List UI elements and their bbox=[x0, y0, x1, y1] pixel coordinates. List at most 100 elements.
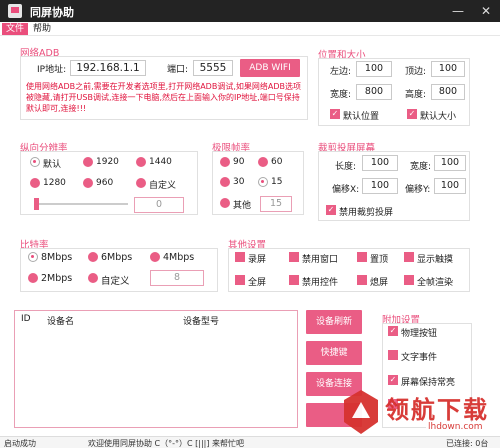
full-frame-render-checkbox[interactable] bbox=[404, 275, 414, 285]
height-input[interactable]: 800 bbox=[431, 84, 465, 100]
title-bar: 同屏协助 — ✕ bbox=[0, 0, 500, 22]
fps-15-label: 15 bbox=[271, 177, 283, 187]
minimize-button[interactable]: — bbox=[450, 3, 466, 19]
status-bar: 启动成功 欢迎使用同屏协助 C（°-°）C [|||] 来帮忙吧 已连接: 0台 bbox=[0, 436, 500, 448]
disable-window-checkbox[interactable] bbox=[289, 252, 299, 262]
fps-other-radio[interactable] bbox=[220, 198, 230, 208]
full-frame-render-label: 全帧渲染 bbox=[417, 278, 454, 288]
crop-length-label: 长度: bbox=[335, 162, 357, 172]
bitrate-6mbps-label: 6Mbps bbox=[101, 252, 133, 263]
top-label: 顶边: bbox=[405, 67, 427, 77]
status-left: 启动成功 bbox=[4, 439, 36, 448]
bitrate-custom-input[interactable]: 8 bbox=[150, 270, 204, 286]
fps-15-radio[interactable] bbox=[258, 177, 268, 187]
crop-length-input[interactable]: 100 bbox=[362, 155, 398, 171]
keep-screen-on-checkbox[interactable]: ✓ bbox=[388, 375, 398, 385]
status-right: 已连接: 0台 bbox=[446, 439, 489, 448]
disable-controls-checkbox[interactable] bbox=[289, 275, 299, 285]
bitrate-4mbps-radio[interactable] bbox=[150, 252, 160, 262]
fps-60-label: 60 bbox=[271, 157, 283, 167]
resolution-960-radio[interactable] bbox=[83, 178, 93, 188]
always-on-top-checkbox[interactable] bbox=[357, 252, 367, 262]
status-center: 欢迎使用同屏协助 C（°-°）C [|||] 来帮忙吧 bbox=[88, 439, 245, 448]
default-position-checkbox[interactable]: ✓ bbox=[330, 109, 340, 119]
disable-controls-label: 禁用控件 bbox=[302, 278, 339, 288]
screen-off-label: 熄屏 bbox=[370, 278, 389, 288]
screen-off-checkbox[interactable] bbox=[357, 275, 367, 285]
physical-button-label: 物理按钮 bbox=[401, 329, 438, 339]
bitrate-6mbps-radio[interactable] bbox=[88, 252, 98, 262]
ip-input[interactable]: 192.168.1.1 bbox=[70, 60, 146, 76]
resolution-slider-track[interactable] bbox=[36, 203, 128, 205]
fps-90-label: 90 bbox=[233, 157, 245, 167]
resolution-960-label: 960 bbox=[96, 178, 114, 188]
bitrate-8mbps-label: 8Mbps bbox=[41, 252, 73, 263]
show-touch-label: 显示触摸 bbox=[417, 255, 454, 265]
resolution-1440-radio[interactable] bbox=[136, 157, 146, 167]
fps-other-input[interactable]: 15 bbox=[260, 196, 292, 212]
default-size-label: 默认大小 bbox=[420, 112, 457, 122]
menu-help[interactable]: 帮助 bbox=[29, 23, 55, 35]
port-label: 端口: bbox=[167, 65, 189, 75]
device-table[interactable]: ID 设备名 设备型号 bbox=[14, 310, 298, 428]
crop-offset-y-label: 偏移Y: bbox=[405, 185, 431, 195]
left-label: 左边: bbox=[330, 67, 352, 77]
fps-30-radio[interactable] bbox=[220, 177, 230, 187]
crop-width-label: 宽度: bbox=[410, 162, 432, 172]
menu-file[interactable]: 文件 bbox=[2, 23, 29, 35]
col-name-header: 设备名 bbox=[47, 317, 75, 327]
bitrate-4mbps-label: 4Mbps bbox=[163, 252, 195, 263]
app-title: 同屏协助 bbox=[30, 6, 74, 19]
bitrate-custom-radio[interactable] bbox=[88, 273, 98, 283]
physical-button-checkbox[interactable]: ✓ bbox=[388, 326, 398, 336]
default-size-checkbox[interactable]: ✓ bbox=[407, 109, 417, 119]
bitrate-2mbps-label: 2Mbps bbox=[41, 273, 73, 284]
left-input[interactable]: 100 bbox=[356, 61, 392, 77]
always-on-top-label: 置顶 bbox=[370, 255, 389, 265]
watermark-logo-icon bbox=[344, 390, 378, 434]
fullscreen-label: 全屏 bbox=[248, 278, 267, 288]
refresh-devices-button[interactable]: 设备刷新 bbox=[306, 310, 362, 334]
resolution-slider-thumb[interactable] bbox=[34, 198, 39, 210]
port-input[interactable]: 5555 bbox=[193, 60, 233, 76]
resolution-1440-label: 1440 bbox=[149, 157, 172, 167]
record-checkbox[interactable] bbox=[235, 252, 245, 262]
resolution-1280-radio[interactable] bbox=[30, 178, 40, 188]
width-label: 宽度: bbox=[330, 90, 352, 100]
text-event-checkbox[interactable] bbox=[388, 350, 398, 360]
disable-crop-label: 禁用裁剪投屏 bbox=[339, 208, 394, 218]
resolution-default-radio[interactable] bbox=[30, 157, 40, 167]
disable-crop-checkbox[interactable]: ✓ bbox=[326, 205, 336, 215]
height-label: 高度: bbox=[405, 90, 427, 100]
fps-90-radio[interactable] bbox=[220, 157, 230, 167]
record-label: 录屏 bbox=[248, 255, 267, 265]
crop-offset-y-input[interactable]: 100 bbox=[434, 178, 466, 194]
resolution-1280-label: 1280 bbox=[43, 178, 66, 188]
fullscreen-checkbox[interactable] bbox=[235, 275, 245, 285]
menu-bar: 文件 帮助 bbox=[0, 22, 500, 36]
fps-other-label: 其他 bbox=[233, 201, 252, 211]
bitrate-8mbps-radio[interactable] bbox=[28, 252, 38, 262]
resolution-custom-input[interactable]: 0 bbox=[134, 197, 184, 213]
keep-screen-on-label: 屏幕保持常亮 bbox=[401, 378, 456, 388]
col-id-header: ID bbox=[21, 314, 31, 324]
top-input[interactable]: 100 bbox=[431, 61, 465, 77]
width-input[interactable]: 800 bbox=[356, 84, 392, 100]
resolution-1920-label: 1920 bbox=[96, 157, 119, 167]
adb-wifi-button[interactable]: ADB WIFI bbox=[240, 59, 300, 77]
crop-offset-x-input[interactable]: 100 bbox=[362, 178, 398, 194]
bitrate-2mbps-radio[interactable] bbox=[28, 273, 38, 283]
watermark-site: lhdown.com bbox=[426, 422, 485, 432]
crop-offset-x-label: 偏移X: bbox=[332, 185, 360, 195]
bitrate-custom-label: 自定义 bbox=[101, 276, 130, 287]
fps-60-radio[interactable] bbox=[258, 157, 268, 167]
show-touch-checkbox[interactable] bbox=[404, 252, 414, 262]
resolution-custom-label: 自定义 bbox=[149, 181, 177, 191]
default-position-label: 默认位置 bbox=[343, 112, 380, 122]
shortcuts-button[interactable]: 快捷键 bbox=[306, 341, 362, 365]
resolution-1920-radio[interactable] bbox=[83, 157, 93, 167]
crop-width-input[interactable]: 100 bbox=[434, 155, 466, 171]
close-button[interactable]: ✕ bbox=[478, 3, 494, 19]
resolution-custom-radio[interactable] bbox=[136, 178, 146, 188]
adb-notice-text: 使用网络ADB之前,需要在开发者选项里,打开网络ADB调试,如果网络ADB选项被… bbox=[26, 82, 301, 113]
